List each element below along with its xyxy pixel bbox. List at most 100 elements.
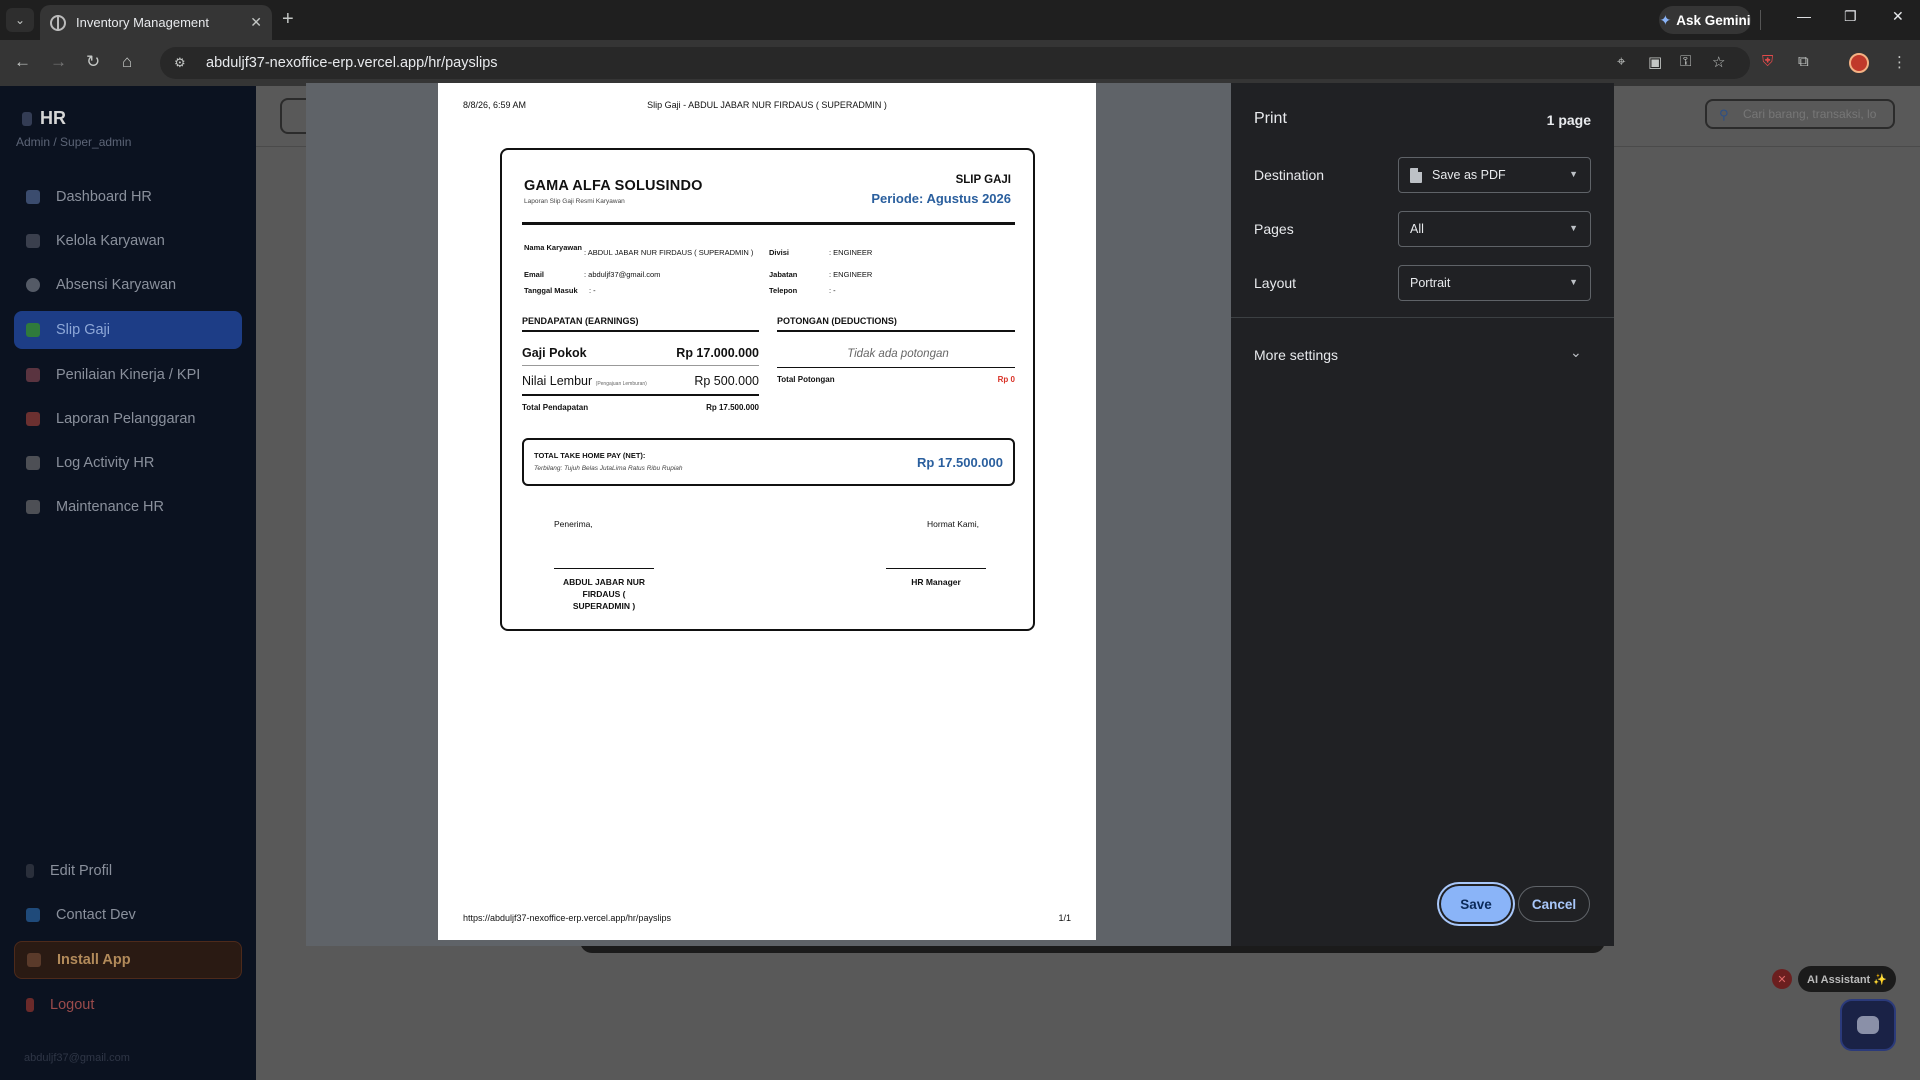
chart-up-icon [26, 368, 40, 382]
earnings-total-rule [522, 394, 759, 396]
browser-tab[interactable]: Inventory Management ✕ [40, 5, 272, 40]
net-pay-label: TOTAL TAKE HOME PAY (NET): [534, 451, 646, 460]
destination-select[interactable]: Save as PDF ▼ [1398, 157, 1591, 193]
regards-label: Hormat Kami, [927, 519, 979, 529]
reload-icon[interactable]: ↻ [86, 52, 100, 72]
install-app-button[interactable]: Install App [14, 941, 242, 979]
name-label: Nama Karyawan [524, 243, 582, 252]
sidebar-item-kpi[interactable]: Penilaian Kinerja / KPI [14, 356, 242, 394]
sidebar-item-label: Slip Gaji [56, 322, 110, 338]
user-icon [26, 864, 34, 878]
caret-down-icon: ▼ [1569, 169, 1578, 179]
sidebar-item-violations[interactable]: Laporan Pelanggaran [14, 400, 242, 438]
deductions-title: POTONGAN (DEDUCTIONS) [777, 316, 897, 326]
password-key-icon[interactable]: ⚿ [1680, 53, 1691, 70]
sidebar-item-dashboard[interactable]: Dashboard HR [14, 178, 242, 216]
name-value: : ABDUL JABAR NUR FIRDAUS ( SUPERADMIN ) [584, 248, 754, 257]
ai-close-icon[interactable]: ✕ [1772, 969, 1792, 989]
minimize-icon[interactable]: — [1797, 8, 1811, 24]
cancel-button[interactable]: Cancel [1518, 886, 1590, 922]
sidebar-item-contact-dev[interactable]: Contact Dev [14, 896, 242, 934]
forward-icon[interactable]: → [50, 52, 67, 72]
sidebar-item-employees[interactable]: Kelola Karyawan [14, 222, 242, 260]
sidebar-item-maintenance[interactable]: Maintenance HR [14, 488, 242, 526]
pages-label: Pages [1254, 221, 1294, 237]
tab-title: Inventory Management [76, 15, 209, 30]
slip-period: Periode: Agustus 2026 [871, 191, 1011, 206]
new-tab-button[interactable]: + [282, 8, 294, 30]
url-bar[interactable]: ⚙ abduljf37-nexoffice-erp.vercel.app/hr/… [160, 47, 1750, 79]
brand-title: HR [40, 108, 66, 128]
pages-select[interactable]: All ▼ [1398, 211, 1591, 247]
extensions-puzzle-icon[interactable]: ⧉ [1798, 53, 1809, 70]
sidebar-item-label: Install App [57, 952, 131, 968]
pages-value: All [1410, 222, 1424, 236]
install-app-icon[interactable]: ▣ [1648, 53, 1662, 71]
user-icon [22, 111, 32, 126]
location-icon[interactable]: ⌖ [1617, 53, 1625, 70]
sidebar-item-label: Logout [50, 997, 95, 1013]
deductions-rule [777, 330, 1015, 332]
site-settings-icon[interactable]: ⚙ [174, 55, 190, 71]
window-close-icon[interactable]: ✕ [1892, 8, 1904, 25]
ai-assistant-button[interactable] [1840, 999, 1896, 1051]
manager-signature-line [886, 568, 986, 569]
deductions-total-rule [777, 367, 1015, 368]
email-label: Email [524, 270, 545, 279]
join-date-label: Tanggal Masuk [524, 286, 578, 295]
header-rule [522, 222, 1015, 225]
sidebar-item-attendance[interactable]: Absensi Karyawan [14, 266, 242, 304]
chevron-down-icon[interactable]: ⌄ [1570, 344, 1582, 361]
caret-down-icon: ▼ [1569, 277, 1578, 287]
base-salary-label: Gaji Pokok [522, 346, 587, 360]
toolbar-divider [1760, 10, 1761, 30]
earnings-rule [522, 330, 759, 332]
close-icon[interactable]: ✕ [250, 14, 262, 31]
sidebar-item-label: Absensi Karyawan [56, 277, 177, 293]
sidebar-item-edit-profile[interactable]: Edit Profil [14, 852, 242, 890]
total-deductions-label: Total Potongan [777, 375, 835, 384]
clock-icon [26, 278, 40, 292]
logout-icon [26, 998, 34, 1012]
ai-assistant-label[interactable]: AI Assistant ✨ [1798, 966, 1896, 992]
net-pay-words: Terbilang: Tujuh Belas JutaLima Ratus Ri… [534, 465, 683, 472]
page-count: 1 page [1546, 112, 1591, 128]
sidebar-brand: HR Admin / Super_admin [16, 108, 131, 149]
earnings-title: PENDAPATAN (EARNINGS) [522, 316, 639, 326]
sidebar: HR Admin / Super_admin Dashboard HR Kelo… [0, 86, 256, 1080]
division-label: Divisi [769, 248, 790, 257]
payslip-card: GAMA ALFA SOLUSINDO Laporan Slip Gaji Re… [500, 148, 1035, 631]
position-label: Jabatan [769, 270, 798, 279]
extension-shield-icon[interactable]: ⛨ [1762, 53, 1773, 70]
ask-gemini-button[interactable]: ✦ Ask Gemini [1659, 6, 1751, 34]
more-settings-toggle[interactable]: More settings [1254, 347, 1338, 363]
manager-name: HR Manager [911, 577, 961, 587]
caret-down-icon: ▼ [1569, 223, 1578, 233]
row-divider [522, 365, 759, 366]
layout-select[interactable]: Portrait ▼ [1398, 265, 1591, 301]
menu-kebab-icon[interactable]: ⋮ [1892, 53, 1907, 71]
tab-search-button[interactable]: ⌄ [6, 8, 34, 32]
back-icon[interactable]: ← [14, 52, 31, 72]
sidebar-item-label: Maintenance HR [56, 499, 164, 515]
restore-icon[interactable]: ❐ [1844, 8, 1857, 25]
bookmark-star-icon[interactable]: ☆ [1712, 53, 1725, 71]
no-deductions-text: Tidak ada potongan [847, 348, 949, 360]
print-panel-title: Print [1254, 110, 1287, 127]
global-search-input[interactable]: ⚲ Cari barang, transaksi, lo [1705, 99, 1895, 129]
slip-title: SLIP GAJI [955, 174, 1011, 186]
profile-avatar[interactable] [1849, 53, 1869, 73]
home-icon[interactable]: ⌂ [122, 52, 132, 72]
save-button[interactable]: Save [1441, 886, 1511, 922]
tab-bar: ⌄ Inventory Management ✕ + ✦ Ask Gemini —… [0, 0, 1920, 40]
print-footer-url: https://abduljf37-nexoffice-erp.vercel.a… [463, 913, 671, 923]
sidebar-item-activity-log[interactable]: Log Activity HR [14, 444, 242, 482]
logout-button[interactable]: Logout [14, 986, 242, 1024]
log-icon [26, 456, 40, 470]
receiver-label: Penerima, [554, 519, 593, 529]
sidebar-item-payslips[interactable]: Slip Gaji [14, 311, 242, 349]
overtime-note: (Pengajuan Lemburan) [595, 381, 647, 387]
chart-icon [26, 190, 40, 204]
document-icon [1410, 167, 1422, 183]
sidebar-item-label: Kelola Karyawan [56, 233, 165, 249]
